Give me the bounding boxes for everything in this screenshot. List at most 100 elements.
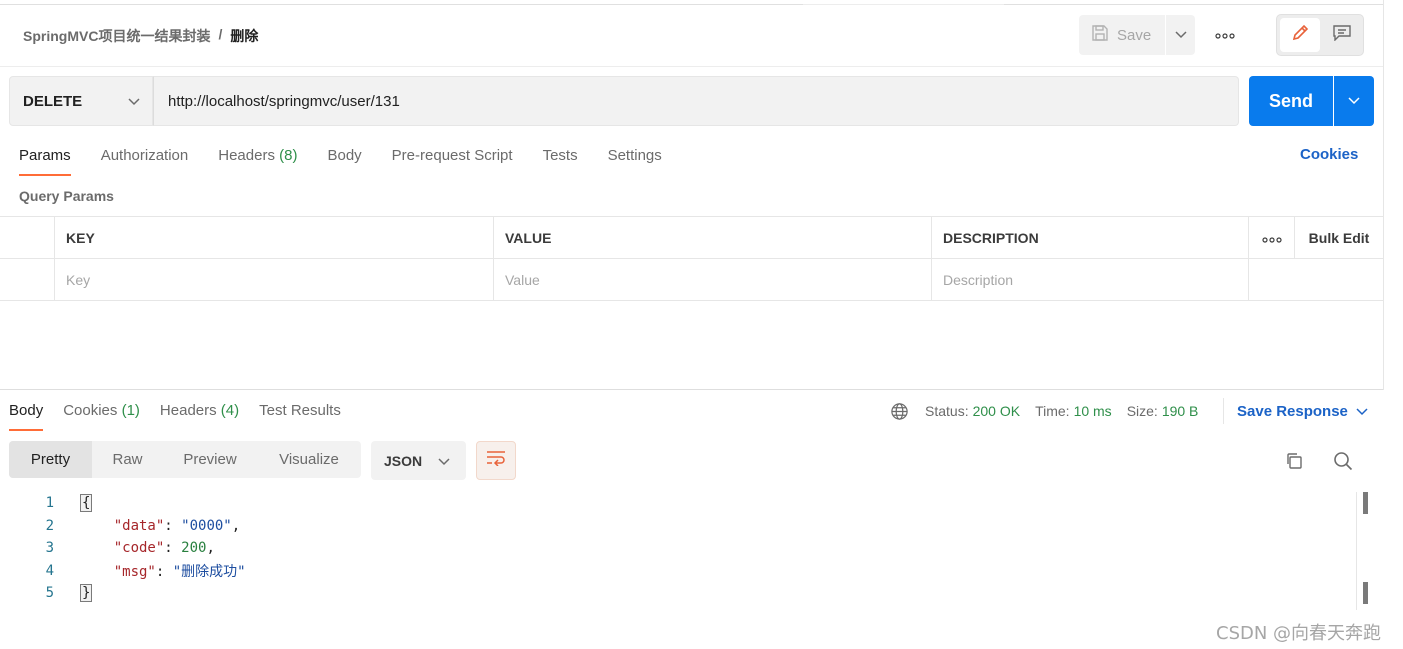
tab-response-body[interactable]: Body xyxy=(9,401,44,431)
response-divider[interactable] xyxy=(0,389,1383,390)
size-value[interactable]: 190 B xyxy=(1162,403,1199,419)
chevron-down-icon xyxy=(128,93,140,110)
json-comma: , xyxy=(206,540,215,557)
line-number: 3 xyxy=(45,540,54,557)
column-options-button[interactable] xyxy=(1249,217,1295,259)
tab-test-results[interactable]: Test Results xyxy=(259,401,341,431)
tab-label: Test Results xyxy=(259,402,341,419)
save-icon xyxy=(1091,24,1109,46)
line-number: 1 xyxy=(45,495,54,512)
response-body-editor[interactable]: 1 { 2 "data": "0000", 3 "code": 200, 4 "… xyxy=(0,492,1360,605)
tab-label: Tests xyxy=(542,147,578,164)
request-name[interactable]: 删除 xyxy=(230,26,258,46)
tab-count: (4) xyxy=(220,402,240,419)
save-response-button[interactable]: Save Response xyxy=(1223,398,1368,424)
view-mode-selector: Pretty Raw Preview Visualize xyxy=(9,441,361,478)
value-input[interactable]: Value xyxy=(494,259,932,301)
chevron-down-icon xyxy=(1356,403,1368,420)
tab-label: Params xyxy=(19,147,71,164)
line-number: 2 xyxy=(45,517,54,534)
edit-mode-button[interactable] xyxy=(1280,18,1320,52)
code-line: 1 { xyxy=(0,492,1360,515)
tab-divider xyxy=(1004,4,1384,5)
tab-label: Settings xyxy=(607,147,662,164)
json-value: 200 xyxy=(181,540,207,557)
tab-count: (8) xyxy=(279,147,298,164)
send-dropdown[interactable] xyxy=(1334,76,1374,126)
line-number: 4 xyxy=(45,562,54,579)
code-text: "data": "0000", xyxy=(113,517,241,534)
edit-comment-toggle xyxy=(1276,14,1364,56)
status-label: Status: xyxy=(925,403,969,419)
method-label: DELETE xyxy=(23,92,83,110)
tab-label: Headers xyxy=(159,402,217,419)
view-raw[interactable]: Raw xyxy=(92,441,163,478)
tab-body[interactable]: Body xyxy=(327,146,361,176)
view-preview[interactable]: Preview xyxy=(163,441,257,478)
code-text: } xyxy=(80,584,93,603)
time-value[interactable]: 10 ms xyxy=(1074,403,1112,419)
globe-icon[interactable] xyxy=(890,402,909,421)
size-label: Size: xyxy=(1126,403,1158,419)
breadcrumb-collection[interactable]: SpringMVC项目统一结果封装 xyxy=(23,26,210,46)
more-actions-button[interactable] xyxy=(1208,24,1242,46)
postman-window: SpringMVC项目统一结果封装 / 删除 Save DELETE http:… xyxy=(0,0,1403,649)
search-icon[interactable] xyxy=(1332,450,1354,472)
cookies-link[interactable]: Cookies xyxy=(1300,146,1358,163)
json-value: "删除成功" xyxy=(172,563,246,580)
row-checkbox-cell xyxy=(0,259,55,301)
code-text: { xyxy=(80,494,93,513)
tab-label: Body xyxy=(9,402,44,419)
breadcrumb: SpringMVC项目统一结果封装 / 删除 xyxy=(23,26,258,46)
editor-scrollbar-track[interactable] xyxy=(1356,492,1357,610)
format-select[interactable]: JSON xyxy=(371,441,466,480)
request-tabs: Params Authorization Headers (8) Body Pr… xyxy=(19,146,692,176)
open-brace: { xyxy=(80,494,93,513)
url-input[interactable]: http://localhost/springmvc/user/131 xyxy=(153,76,1239,126)
tab-pre-request-script[interactable]: Pre-request Script xyxy=(392,146,513,176)
status-value[interactable]: 200 OK xyxy=(973,403,1020,419)
more-icon xyxy=(1261,230,1282,246)
key-input[interactable]: Key xyxy=(55,259,494,301)
tab-tests[interactable]: Tests xyxy=(543,146,578,176)
key-column-header: KEY xyxy=(55,217,494,259)
code-line: 2 "data": "0000", xyxy=(0,515,1360,538)
top-tab-strip xyxy=(0,0,1384,5)
breadcrumb-separator: / xyxy=(218,26,223,42)
save-dropdown[interactable] xyxy=(1166,15,1195,55)
panel-border xyxy=(1383,0,1384,390)
format-label: JSON xyxy=(384,452,423,469)
tab-params[interactable]: Params xyxy=(19,146,71,176)
view-visualize[interactable]: Visualize xyxy=(257,441,361,478)
tab-response-headers[interactable]: Headers (4) xyxy=(160,401,239,431)
copy-icon[interactable] xyxy=(1283,450,1305,472)
json-value: "0000" xyxy=(181,517,232,534)
response-tabs: Body Cookies (1) Headers (4) Test Result… xyxy=(9,401,361,431)
save-button[interactable]: Save xyxy=(1079,15,1165,55)
code-text: "code": 200, xyxy=(113,540,215,557)
tab-label: Authorization xyxy=(100,147,189,164)
code-line: 5 } xyxy=(0,582,1360,605)
bulk-edit-button[interactable]: Bulk Edit xyxy=(1295,217,1383,259)
time-label: Time: xyxy=(1035,403,1070,419)
query-params-title: Query Params xyxy=(19,188,114,204)
json-key: "code" xyxy=(113,540,165,557)
query-params-table: KEY VALUE DESCRIPTION Bulk Edit Key Valu… xyxy=(0,216,1383,301)
table-row: Key Value Description xyxy=(0,259,1383,301)
tab-response-cookies[interactable]: Cookies (1) xyxy=(63,401,140,431)
description-input[interactable]: Description xyxy=(932,259,1249,301)
comment-mode-button[interactable] xyxy=(1323,18,1361,52)
line-number: 5 xyxy=(45,585,54,602)
wrap-lines-button[interactable] xyxy=(476,441,516,480)
method-select[interactable]: DELETE xyxy=(9,76,153,126)
chevron-down-icon xyxy=(1174,26,1187,44)
send-button[interactable]: Send xyxy=(1249,76,1333,126)
description-column-header: DESCRIPTION xyxy=(932,217,1249,259)
tab-label: Pre-request Script xyxy=(391,147,513,164)
tab-headers[interactable]: Headers (8) xyxy=(218,146,297,176)
tab-label: Body xyxy=(327,147,362,164)
comment-icon xyxy=(1333,24,1351,46)
tab-authorization[interactable]: Authorization xyxy=(101,146,189,176)
tab-settings[interactable]: Settings xyxy=(608,146,662,176)
view-pretty[interactable]: Pretty xyxy=(9,441,92,478)
